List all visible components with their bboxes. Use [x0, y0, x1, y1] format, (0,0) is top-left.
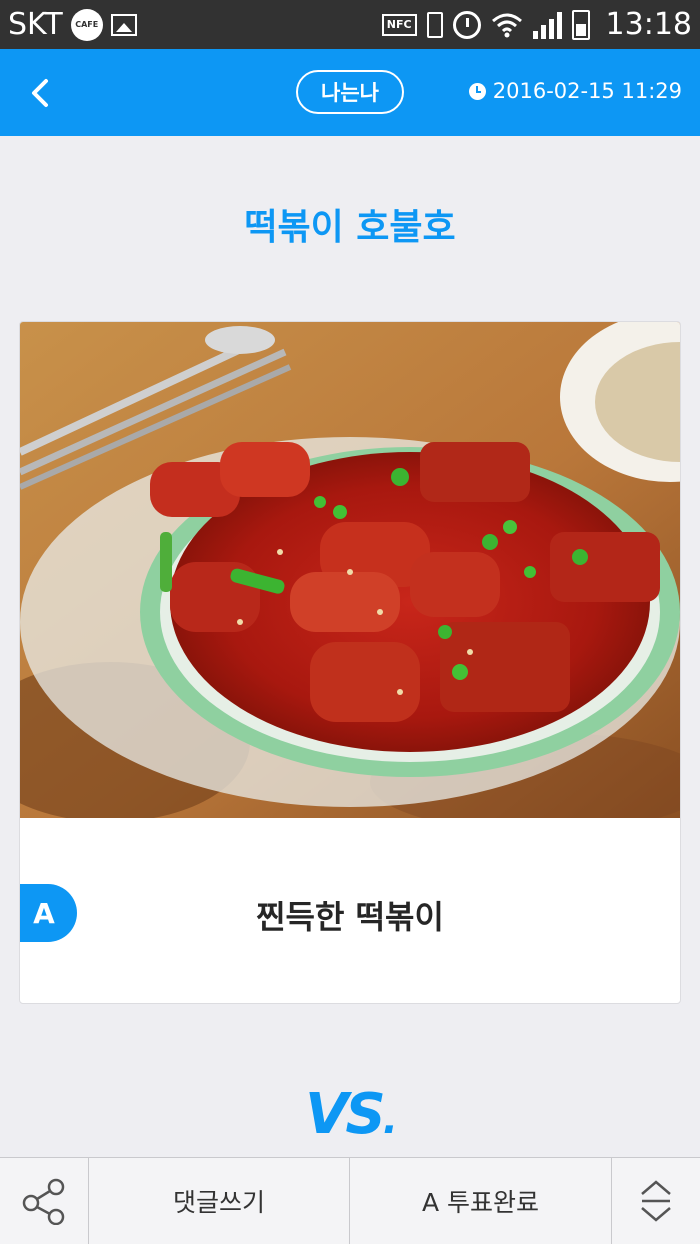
vs-label: VS.	[0, 1082, 700, 1147]
battery-icon	[571, 9, 590, 40]
carrier-label: SKT	[8, 7, 63, 42]
share-button[interactable]	[0, 1158, 89, 1244]
share-icon	[22, 1178, 65, 1225]
alarm-icon	[452, 10, 481, 39]
tteokbokki-photo	[20, 322, 680, 818]
vote-complete-button[interactable]: A 투표완료	[350, 1158, 612, 1244]
vote-title: 떡볶이 호불호	[244, 207, 456, 248]
status-clock: 13:18	[605, 7, 692, 42]
post-date-text: 2016-02-15 11:29	[492, 79, 682, 103]
option-label: 찐득한 떡볶이	[256, 898, 444, 936]
status-right: NFC 13:18	[381, 7, 692, 42]
up-down-chevron-icon	[641, 1180, 671, 1222]
status-bar: SKT CAFE NFC 13:18	[0, 0, 700, 49]
status-left: SKT CAFE	[8, 7, 137, 42]
app-header: 나는나 2016-02-15 11:29	[0, 49, 700, 136]
clock-icon	[468, 82, 486, 100]
cafe-icon: CAFE	[70, 8, 103, 41]
vs-dot: .	[382, 1097, 398, 1143]
bottom-action-bar: 댓글쓰기 A 투표완료	[0, 1157, 700, 1244]
chevron-left-icon	[32, 79, 48, 107]
vs-text: VS	[305, 1082, 386, 1147]
author-name-button[interactable]: 나는나	[296, 70, 404, 114]
signal-icon	[532, 11, 562, 39]
nfc-icon: NFC	[381, 13, 417, 36]
option-card-a[interactable]: A 찐득한 떡볶이	[19, 321, 681, 1004]
post-date: 2016-02-15 11:29	[468, 79, 682, 103]
scroll-toggle-button[interactable]	[612, 1158, 700, 1244]
write-comment-button[interactable]: 댓글쓰기	[89, 1158, 350, 1244]
back-button[interactable]	[22, 73, 62, 113]
wifi-icon	[491, 12, 523, 38]
vibrate-icon	[426, 11, 443, 38]
gallery-icon	[110, 13, 137, 36]
